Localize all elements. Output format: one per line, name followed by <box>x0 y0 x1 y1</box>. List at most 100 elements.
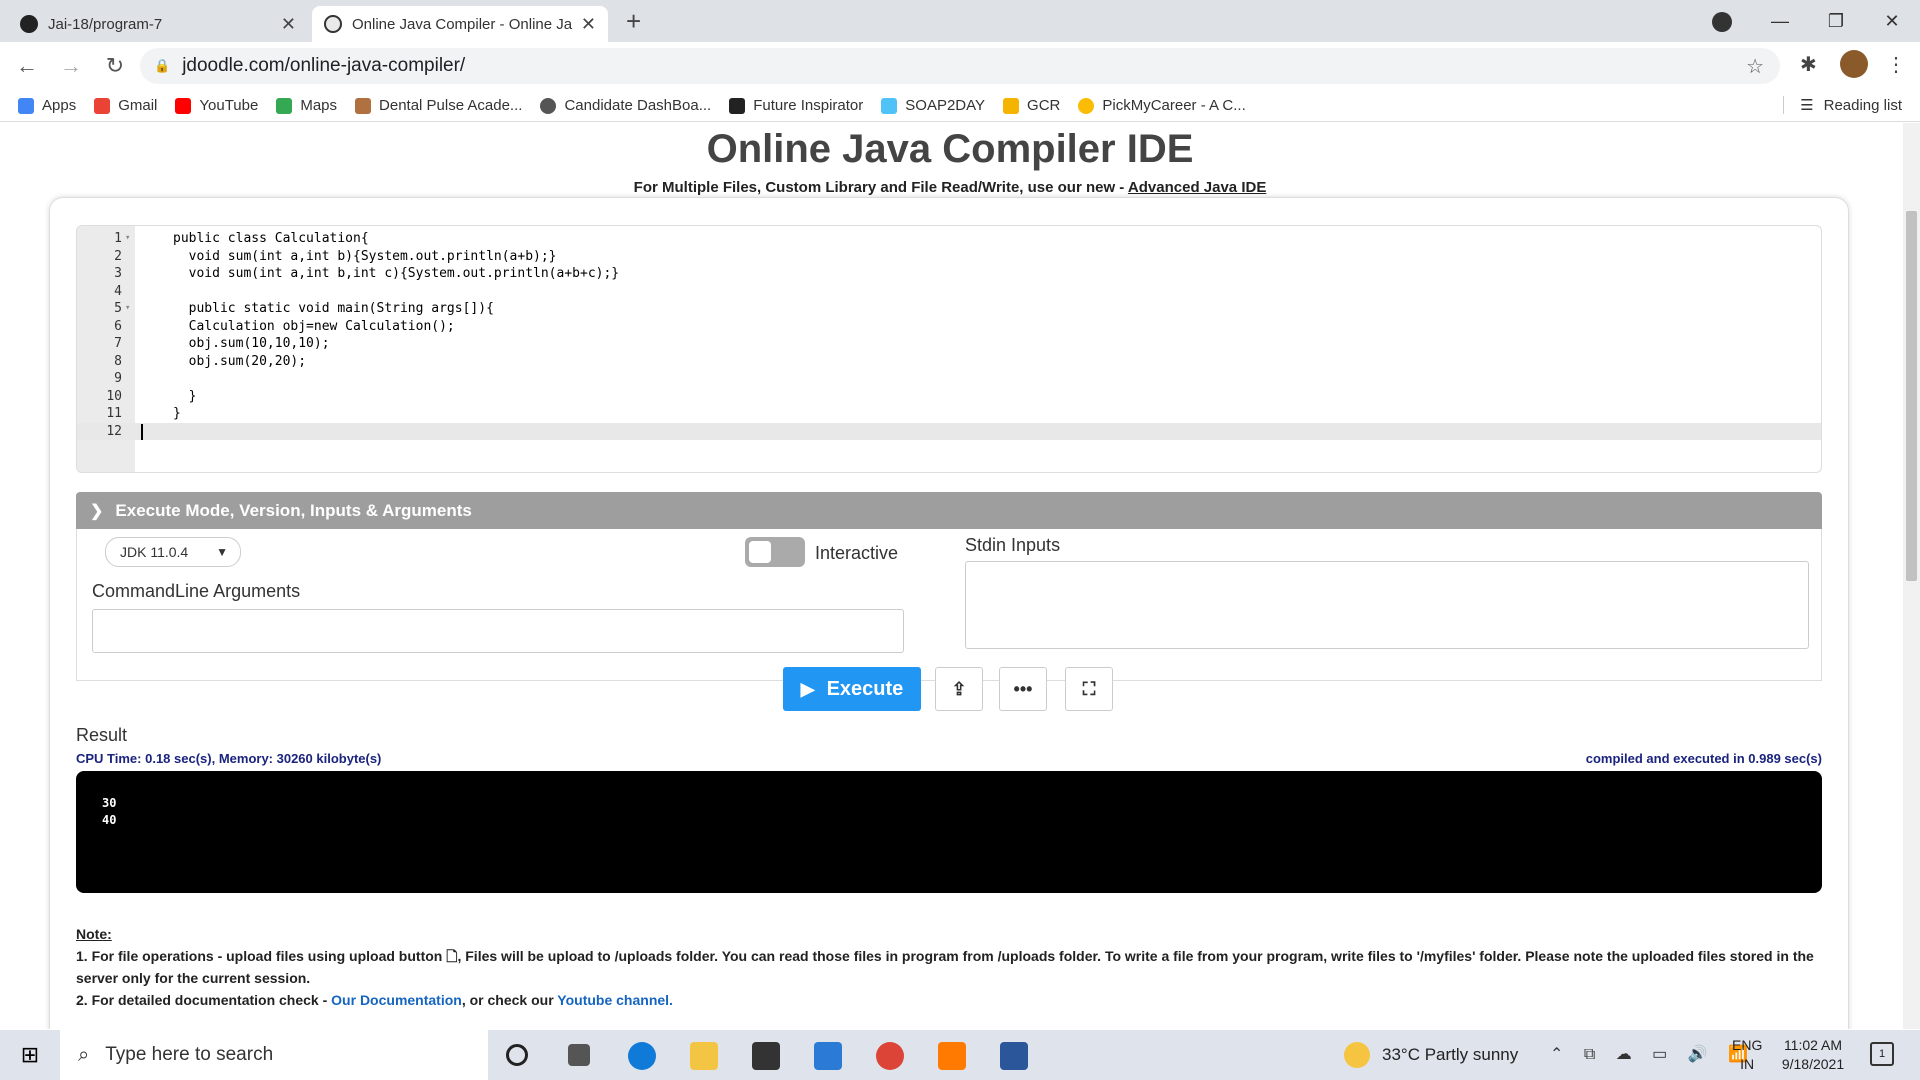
code-line[interactable]: 2 void sum(int a,int b){System.out.print… <box>77 248 1821 266</box>
system-clock[interactable]: 11:02 AM 9/18/2021 <box>1770 1036 1856 1074</box>
notification-center-icon[interactable]: 1 <box>1870 1042 1894 1066</box>
bookmark-future-inspirator[interactable]: Future Inspirator <box>729 97 863 114</box>
stdin-label: Stdin Inputs <box>965 535 1061 555</box>
tab-label: Jai-18/program-7 <box>48 15 163 33</box>
future-inspirator-icon <box>729 97 746 114</box>
youtube-channel-link[interactable]: Youtube channel. <box>557 992 673 1008</box>
stdin-input[interactable] <box>965 561 1809 649</box>
reading-list-button[interactable]: Reading list <box>1783 96 1902 114</box>
code-text: public static void main(String args[]){ <box>173 301 494 316</box>
code-line[interactable]: 12 <box>77 422 1821 440</box>
scrollbar-thumb[interactable] <box>1906 211 1917 581</box>
advanced-ide-link[interactable]: Advanced Java IDE <box>1128 179 1266 196</box>
store-icon[interactable] <box>752 1042 780 1070</box>
system-tray-icons[interactable]: ⌃ ⧉ ☁ ▭ 🔊 📶 <box>1550 1044 1756 1064</box>
bookmark-youtube[interactable]: YouTube <box>175 97 258 114</box>
mail-icon[interactable] <box>814 1042 842 1070</box>
word-icon[interactable] <box>1000 1042 1028 1070</box>
code-line[interactable]: 8 obj.sum(20,20); <box>77 353 1821 371</box>
taskbar-search[interactable]: ⌕ Type here to search <box>60 1030 488 1080</box>
code-line[interactable]: 7 obj.sum(10,10,10); <box>77 335 1821 353</box>
line-number: 11 <box>106 406 122 421</box>
code-line[interactable]: 3 void sum(int a,int b,int c){System.out… <box>77 265 1821 283</box>
execute-options-title: Execute Mode, Version, Inputs & Argument… <box>115 500 472 520</box>
new-tab-button[interactable]: + <box>626 6 641 37</box>
execute-button[interactable]: ▶ Execute <box>783 667 921 711</box>
code-line[interactable]: 11} <box>77 405 1821 423</box>
fold-arrow-icon[interactable]: ▾ <box>125 300 130 318</box>
lock-icon[interactable]: 🔒 <box>154 58 170 74</box>
clock-date: 9/18/2021 <box>1781 1056 1845 1072</box>
bookmark-gmail[interactable]: Gmail <box>94 97 157 114</box>
tab-strip: Jai-18/program-7 ✕ Online Java Compiler … <box>0 0 1920 42</box>
tab-jdoodle[interactable]: Online Java Compiler - Online Ja ✕ <box>312 6 608 42</box>
fullscreen-button[interactable]: ⛶ <box>1065 667 1113 711</box>
close-tab-icon[interactable]: ✕ <box>281 14 296 35</box>
edge-icon[interactable] <box>628 1042 656 1070</box>
bookmark-soap2day[interactable]: SOAP2DAY <box>881 97 985 114</box>
tab-search-icon[interactable] <box>1712 12 1732 32</box>
code-line[interactable]: 10 } <box>77 388 1821 406</box>
cortana-icon[interactable] <box>506 1044 528 1066</box>
tab-github[interactable]: Jai-18/program-7 ✕ <box>8 6 308 42</box>
back-icon[interactable]: ← <box>10 53 44 79</box>
forward-icon[interactable]: → <box>54 53 88 79</box>
cpu-time-info: CPU Time: 0.18 sec(s), Memory: 30260 kil… <box>76 751 382 766</box>
bookmark-label: Gmail <box>118 97 158 114</box>
close-tab-icon[interactable]: ✕ <box>581 14 596 35</box>
maximize-button[interactable]: ❐ <box>1808 11 1864 32</box>
bookmark-dental-pulse[interactable]: Dental Pulse Acade... <box>355 97 522 114</box>
chrome-icon[interactable] <box>876 1042 904 1070</box>
interactive-toggle[interactable] <box>745 537 805 567</box>
sublime-icon[interactable] <box>938 1042 966 1070</box>
more-options-button[interactable]: ••• <box>999 667 1047 711</box>
code-line[interactable]: 4 <box>77 283 1821 301</box>
code-line[interactable]: 6 Calculation obj=new Calculation(); <box>77 318 1821 336</box>
bookmark-star-icon[interactable]: ☆ <box>1746 54 1764 79</box>
bookmark-label: Future Inspirator <box>753 97 864 114</box>
file-explorer-icon[interactable] <box>690 1042 718 1070</box>
line-number: 3 <box>114 266 122 281</box>
interactive-label: Interactive <box>815 543 899 563</box>
extensions-icon[interactable]: ✱ <box>1800 52 1817 77</box>
cmdline-input[interactable] <box>92 609 904 653</box>
bookmark-gcr[interactable]: GCR <box>1003 97 1060 114</box>
input-language[interactable]: ENG IN <box>1732 1036 1762 1074</box>
task-view-icon[interactable] <box>568 1044 590 1066</box>
url-field[interactable]: 🔒 jdoodle.com/online-java-compiler/ ☆ <box>140 48 1780 84</box>
close-window-button[interactable]: ✕ <box>1864 11 1920 32</box>
play-icon: ▶ <box>800 678 815 699</box>
note-heading: Note: <box>76 926 112 942</box>
youtube-icon <box>175 97 192 114</box>
fold-arrow-icon[interactable]: ▾ <box>125 230 130 248</box>
code-line[interactable]: 9 <box>77 370 1821 388</box>
jdk-version-select[interactable]: JDK 11.0.4 ▼ <box>105 537 241 567</box>
bookmarks-bar: Apps Gmail YouTube Maps Dental Pulse Aca… <box>0 90 1920 122</box>
cmdline-label: CommandLine Arguments <box>92 581 301 601</box>
line-number: 4 <box>114 283 122 299</box>
documentation-link[interactable]: Our Documentation <box>331 992 462 1008</box>
execute-options-header[interactable]: ❯ Execute Mode, Version, Inputs & Argume… <box>76 492 1822 529</box>
code-line[interactable]: 5 ▾ public static void main(String args[]… <box>77 300 1821 318</box>
bookmark-candidate-dashboard[interactable]: Candidate DashBoa... <box>540 97 711 114</box>
globe-icon <box>540 97 557 114</box>
profile-avatar[interactable] <box>1840 50 1868 78</box>
upload-file-button[interactable]: ⇪ <box>935 667 983 711</box>
bookmark-apps[interactable]: Apps <box>18 97 76 114</box>
code-editor[interactable]: 1 ▾ public class Calculation{2 void sum(in… <box>76 225 1822 473</box>
bookmark-label: Candidate DashBoa... <box>564 97 712 114</box>
maps-icon <box>276 97 293 114</box>
reload-icon[interactable]: ↻ <box>98 53 132 79</box>
github-icon <box>20 15 38 33</box>
page-scrollbar[interactable] <box>1903 123 1920 1029</box>
bookmark-pickmycareer[interactable]: PickMyCareer - A C... <box>1078 97 1246 114</box>
windows-start-icon[interactable]: ⊞ <box>0 1042 60 1068</box>
line-number: 7 <box>114 336 122 351</box>
weather-widget[interactable]: 33°C Partly sunny <box>1344 1030 1518 1080</box>
minimize-button[interactable]: — <box>1752 11 1808 32</box>
bookmark-maps[interactable]: Maps <box>276 97 337 114</box>
code-line[interactable]: 1 ▾ public class Calculation{ <box>77 230 1821 248</box>
line-number: 1 <box>114 231 122 246</box>
menu-icon[interactable]: ⋮ <box>1886 52 1906 77</box>
window-controls: — ❐ ✕ <box>1752 0 1920 42</box>
